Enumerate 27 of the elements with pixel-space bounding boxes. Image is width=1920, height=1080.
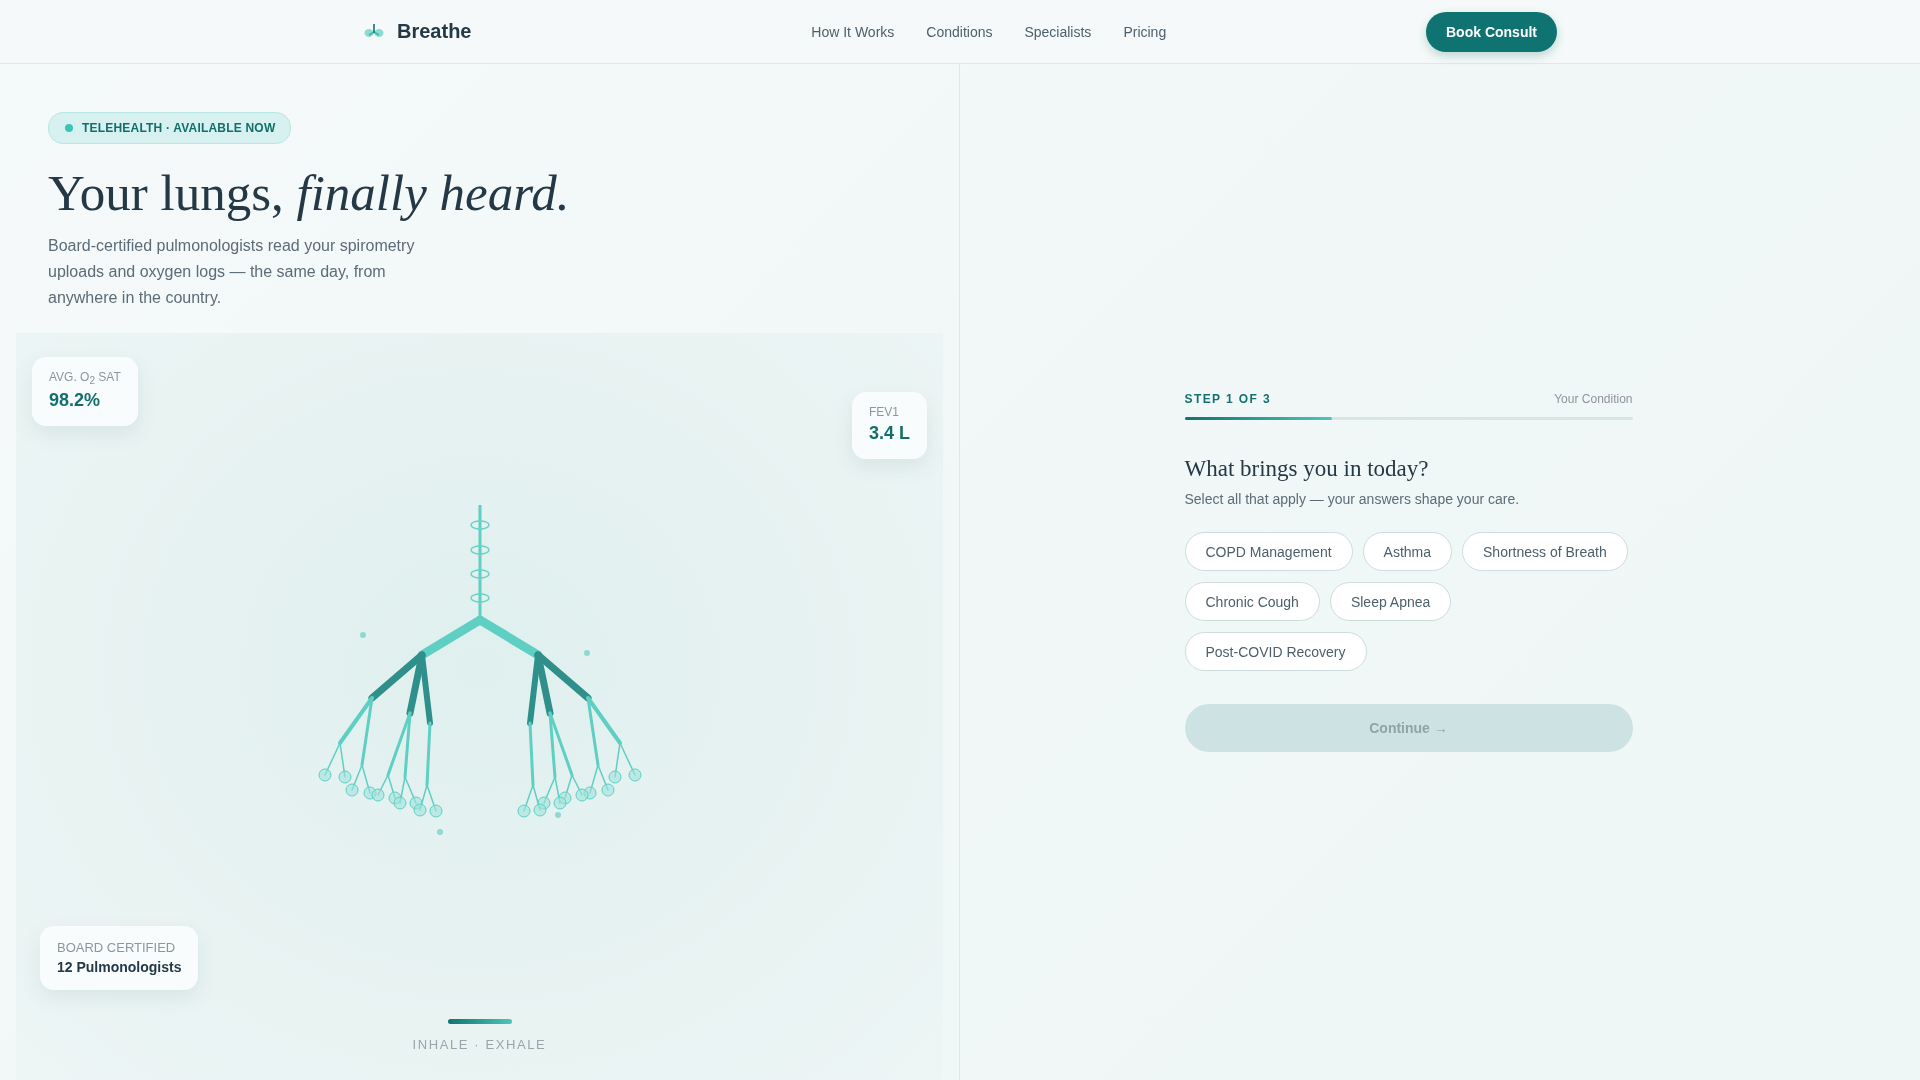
condition-chip[interactable]: Shortness of Breath	[1462, 532, 1628, 571]
condition-chip[interactable]: COPD Management	[1184, 532, 1353, 571]
book-consult-button[interactable]: Book Consult	[1426, 11, 1557, 52]
breath-bar	[447, 1019, 512, 1024]
condition-chip[interactable]: Sleep Apnea	[1329, 582, 1452, 621]
breath-label: INHALE · EXHALE	[412, 1037, 547, 1052]
stat-label: FEV1	[869, 404, 900, 419]
stat-label: BOARD CERTIFIED	[57, 939, 177, 955]
stat-value: 98.2%	[49, 390, 102, 412]
step-name: Your Condition	[1554, 392, 1633, 406]
stat-label: AVG. O$_{2}$ SAT	[49, 369, 121, 387]
question-hint: Select all that apply — your answers shape your care.	[1184, 491, 1521, 507]
hero-description: Board-certified pulmonologists read your spirometry uploads and oxygen logs — the same day, from anywhere in the country.	[48, 235, 416, 308]
nav-link[interactable]: Specialists	[1024, 23, 1092, 40]
brand-name[interactable]: Breathe	[397, 20, 472, 43]
stat-value: 12 Pulmonologists	[57, 958, 182, 975]
condition-chip[interactable]: Post-COVID Recovery	[1184, 632, 1367, 671]
condition-chip[interactable]: Chronic Cough	[1184, 582, 1320, 621]
nav-link[interactable]: Pricing	[1123, 23, 1167, 40]
condition-chip[interactable]: Asthma	[1362, 532, 1453, 571]
step-label: STEP 1 OF 3	[1184, 392, 1272, 406]
nav-link[interactable]: How It Works	[811, 23, 895, 40]
question-title: What brings you in today?	[1184, 456, 1430, 482]
nav-link[interactable]: Conditions	[926, 23, 993, 40]
availability-badge: TELEHEALTH · AVAILABLE NOW	[48, 112, 292, 144]
stat-value: 3.4 L	[869, 422, 911, 444]
hero-title: Your lungs, finally heard.	[48, 164, 570, 223]
